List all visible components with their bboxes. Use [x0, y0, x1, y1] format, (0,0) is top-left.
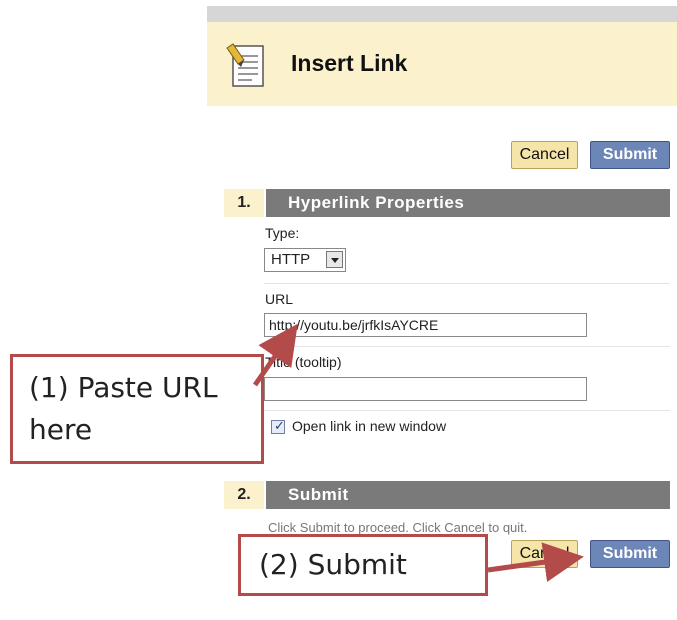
arrow-to-submit-button [487, 542, 584, 582]
arrow-to-url-input [252, 323, 298, 387]
annotation-arrows [252, 323, 584, 582]
